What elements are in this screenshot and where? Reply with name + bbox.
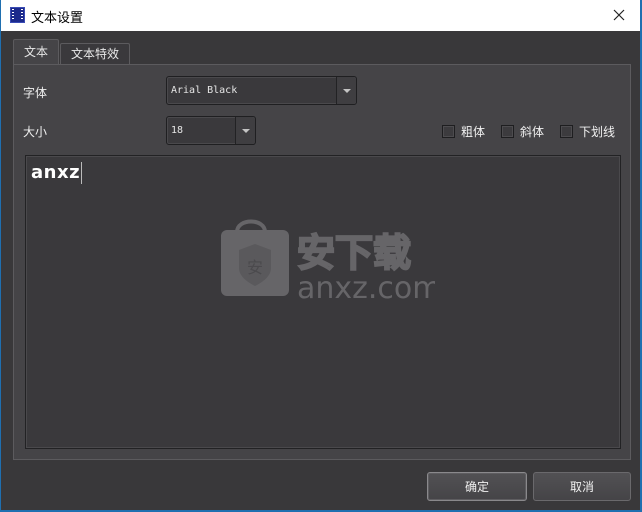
tab-text[interactable]: 文本 bbox=[13, 39, 60, 64]
window-title: 文本设置 bbox=[31, 11, 84, 26]
film-strip-icon bbox=[10, 7, 25, 23]
font-dropdown-button[interactable] bbox=[336, 77, 356, 104]
size-select[interactable]: 18 bbox=[166, 116, 256, 145]
tab-panel-text: 字体 Arial Black 大小 18 粗体 斜体 下划线 anxz 安 安下… bbox=[13, 64, 631, 460]
title-bar: 文本设置 bbox=[1, 0, 640, 31]
watermark-brand-url: anxz.com bbox=[297, 271, 435, 304]
editor-text: anxz bbox=[31, 162, 83, 184]
bold-checkbox[interactable]: 粗体 bbox=[442, 123, 485, 140]
tab-text-effects[interactable]: 文本特效 bbox=[60, 43, 131, 64]
font-select-value: Arial Black bbox=[171, 85, 238, 96]
bold-checkbox-box[interactable] bbox=[442, 125, 455, 138]
text-editor[interactable]: anxz 安 安下载 anxz.com bbox=[25, 155, 621, 449]
watermark-brand-cn: 安下载 bbox=[297, 231, 411, 275]
text-caret bbox=[81, 162, 83, 184]
font-label: 字体 bbox=[23, 86, 48, 100]
shopping-bag-icon: 安 bbox=[221, 219, 289, 296]
ok-button[interactable]: 确定 bbox=[427, 472, 527, 501]
underline-checkbox[interactable]: 下划线 bbox=[560, 123, 615, 140]
underline-label: 下划线 bbox=[579, 125, 616, 139]
tab-bar: 文本 文本特效 bbox=[13, 39, 131, 65]
editor-content: anxz bbox=[31, 162, 81, 183]
close-icon bbox=[613, 9, 625, 21]
italic-checkbox-box[interactable] bbox=[501, 125, 514, 138]
bold-label: 粗体 bbox=[461, 125, 486, 139]
chevron-down-icon bbox=[241, 128, 250, 133]
close-button[interactable] bbox=[606, 4, 632, 26]
watermark-logo: 安 安下载 anxz.com bbox=[221, 219, 435, 304]
cancel-button[interactable]: 取消 bbox=[533, 472, 631, 501]
size-label: 大小 bbox=[23, 125, 48, 139]
watermark-badge-char: 安 bbox=[247, 258, 263, 277]
chevron-down-icon bbox=[342, 88, 351, 93]
italic-checkbox[interactable]: 斜体 bbox=[501, 123, 544, 140]
italic-label: 斜体 bbox=[520, 125, 545, 139]
size-select-value: 18 bbox=[171, 125, 184, 136]
underline-checkbox-box[interactable] bbox=[560, 125, 573, 138]
text-settings-dialog: 文本设置 文本 文本特效 字体 Arial Black 大小 18 粗体 斜体 … bbox=[0, 0, 642, 512]
font-select[interactable]: Arial Black bbox=[166, 76, 357, 105]
dialog-body: 文本 文本特效 字体 Arial Black 大小 18 粗体 斜体 下划线 a… bbox=[1, 31, 640, 510]
size-dropdown-button[interactable] bbox=[235, 117, 255, 144]
